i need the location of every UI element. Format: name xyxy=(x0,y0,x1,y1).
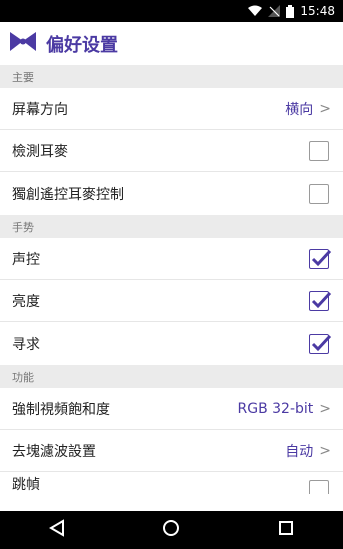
voice-label: 声控 xyxy=(12,251,40,268)
detect-headset-checkbox[interactable] xyxy=(309,140,329,161)
orientation-value: 横向 xyxy=(285,101,314,118)
brightness-label: 亮度 xyxy=(12,293,40,310)
frame-skip-label: 跳幀 xyxy=(12,477,40,493)
deblocking-value: 自动 xyxy=(285,443,314,460)
force-saturation-value: RGB 32-bit xyxy=(237,400,314,417)
brightness-checkbox[interactable] xyxy=(309,290,332,311)
frame-skip-row[interactable]: 跳幀 xyxy=(0,472,343,494)
brightness-row[interactable]: 亮度 xyxy=(0,280,343,322)
frame-skip-checkbox[interactable] xyxy=(309,480,329,494)
section-header-gesture: 手势 xyxy=(0,215,343,238)
section-header-main: 主要 xyxy=(0,65,343,88)
voice-row[interactable]: 声控 xyxy=(0,238,343,280)
deblocking-row[interactable]: 去塊濾波設置 自动 > xyxy=(0,430,343,472)
seek-label: 寻求 xyxy=(12,336,40,353)
status-bar: 15:48 xyxy=(0,0,343,22)
chevron-right-icon: > xyxy=(319,400,331,417)
home-circle-icon[interactable] xyxy=(161,518,181,542)
voice-checkbox[interactable] xyxy=(309,248,332,269)
navigation-bar xyxy=(0,511,343,549)
wifi-icon xyxy=(248,5,263,17)
detect-headset-label: 檢測耳麥 xyxy=(12,143,68,160)
back-triangle-icon[interactable] xyxy=(48,519,66,541)
detect-headset-row[interactable]: 檢測耳麥 xyxy=(0,130,343,172)
recents-square-icon[interactable] xyxy=(277,519,295,541)
seek-checkbox[interactable] xyxy=(309,333,332,354)
force-saturation-label: 強制視頻飽和度 xyxy=(12,401,110,418)
exclusive-headset-label: 獨創遙控耳麥控制 xyxy=(12,186,124,203)
orientation-label: 屏幕方向 xyxy=(12,101,68,118)
app-bar: 偏好设置 xyxy=(0,22,343,65)
deblocking-label: 去塊濾波設置 xyxy=(12,443,96,460)
seek-row[interactable]: 寻求 xyxy=(0,322,343,365)
no-signal-icon xyxy=(268,5,281,17)
bowtie-logo-icon[interactable] xyxy=(10,31,36,56)
page-title: 偏好设置 xyxy=(46,34,118,56)
exclusive-headset-row[interactable]: 獨創遙控耳麥控制 xyxy=(0,172,343,215)
chevron-right-icon: > xyxy=(319,100,331,117)
force-saturation-row[interactable]: 強制視頻飽和度 RGB 32-bit > xyxy=(0,388,343,430)
orientation-row[interactable]: 屏幕方向 横向 > xyxy=(0,88,343,130)
section-header-function: 功能 xyxy=(0,365,343,388)
exclusive-headset-checkbox[interactable] xyxy=(309,183,329,204)
preferences-list[interactable]: 主要 屏幕方向 横向 > 檢測耳麥 獨創遙控耳麥控制 手势 声控 亮度 寻求 功… xyxy=(0,65,343,494)
battery-icon xyxy=(286,4,295,18)
chevron-right-icon: > xyxy=(319,442,331,459)
status-time: 15:48 xyxy=(300,4,335,18)
